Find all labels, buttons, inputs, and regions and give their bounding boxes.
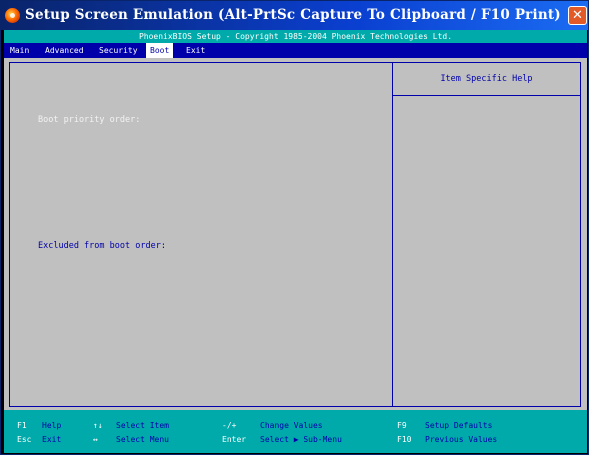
boot-priority-order-label: Boot priority order: (38, 115, 141, 125)
footer-desc-help: Help (42, 421, 62, 430)
bios-app-icon (5, 8, 20, 23)
item-specific-help-header: Item Specific Help (440, 74, 533, 84)
close-button[interactable]: ✕ (568, 6, 587, 25)
footer-key-minus-plus: -/+ (222, 421, 237, 430)
footer-key-left-right: ↔ (93, 435, 98, 444)
bios-screen: PhoenixBIOS Setup - Copyright 1985-2004 … (4, 30, 587, 453)
menu-tab-exit[interactable]: Exit (182, 43, 209, 58)
footer-desc-select-submenu: Select ▶ Sub-Menu (260, 435, 342, 444)
footer-key-enter: Enter (222, 435, 247, 444)
excluded-from-boot-order-label: Excluded from boot order: (38, 241, 166, 251)
footer-desc-change-values: Change Values (260, 421, 323, 430)
help-header-divider (393, 95, 580, 96)
function-key-footer: F1 Help ↑↓ Select Item -/+ Change Values… (4, 410, 587, 453)
bios-copyright-header: PhoenixBIOS Setup - Copyright 1985-2004 … (4, 30, 587, 43)
footer-desc-previous-values: Previous Values (425, 435, 498, 444)
menu-tab-boot[interactable]: Boot (146, 43, 174, 58)
menu-tab-advanced[interactable]: Advanced (41, 43, 88, 58)
menu-tab-security[interactable]: Security (95, 43, 142, 58)
window-title: Setup Screen Emulation (Alt-PrtSc Captur… (25, 7, 561, 23)
footer-key-f10: F10 (397, 435, 412, 444)
footer-desc-select-menu: Select Menu (116, 435, 169, 444)
title-bar[interactable]: Setup Screen Emulation (Alt-PrtSc Captur… (1, 1, 588, 30)
footer-key-f1: F1 (17, 421, 27, 430)
footer-desc-setup-defaults: Setup Defaults (425, 421, 493, 430)
setup-emulation-window: Setup Screen Emulation (Alt-PrtSc Captur… (0, 0, 589, 455)
footer-key-f9: F9 (397, 421, 407, 430)
footer-desc-exit: Exit (42, 435, 62, 444)
footer-key-esc: Esc (17, 435, 32, 444)
panel-divider (392, 63, 393, 406)
footer-desc-select-item: Select Item (116, 421, 169, 430)
bios-menu-bar: Main Advanced Security Boot Exit (4, 43, 587, 58)
menu-tab-main[interactable]: Main (6, 43, 33, 58)
boot-panel: Item Specific Help Boot priority order: … (9, 62, 581, 407)
footer-key-up-down: ↑↓ (93, 421, 103, 430)
